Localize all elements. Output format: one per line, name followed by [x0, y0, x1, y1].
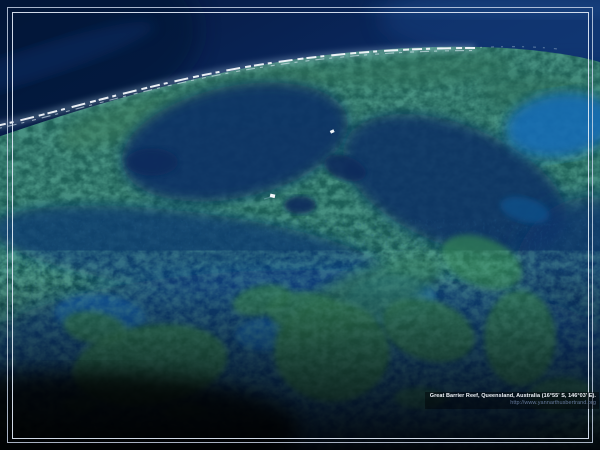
caption-location-text: Great Barrier Reef, Queensland, Australi… [430, 393, 596, 400]
reef-wallpaper: Great Barrier Reef, Queensland, Australi… [0, 0, 600, 450]
caption-url-text: http://www.yannarthusbertrand.org [430, 400, 596, 407]
reef-photo [0, 0, 600, 450]
photo-caption: Great Barrier Reef, Queensland, Australi… [425, 392, 599, 409]
